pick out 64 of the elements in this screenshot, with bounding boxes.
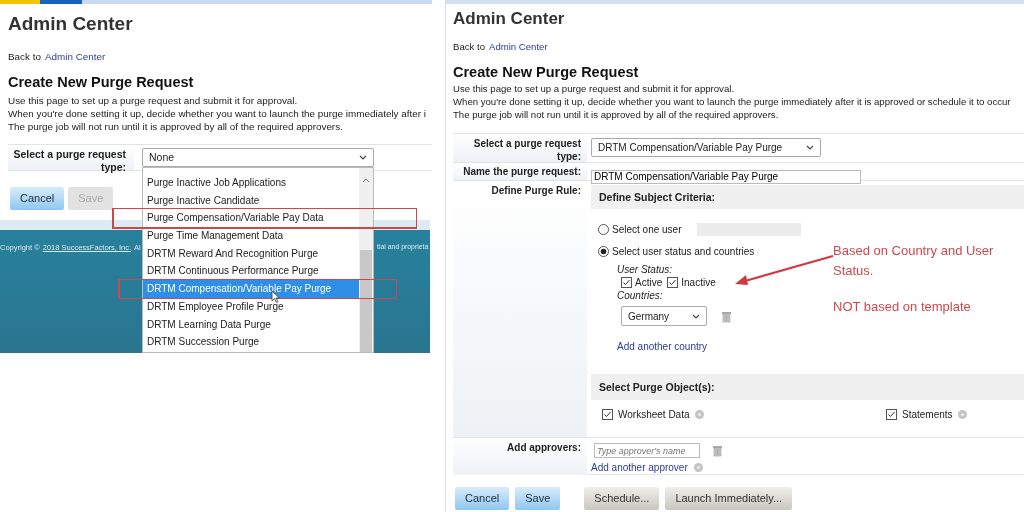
scrollbar-thumb[interactable]	[360, 250, 372, 352]
field-label: Name the purge request:	[463, 166, 581, 177]
description-text: When you're done setting it up, decide whether you want to launch the purge immediately after i	[8, 107, 426, 120]
back-label: Back to	[8, 50, 41, 63]
description-text: The purge job will not run until it is approved by all of the required approvers.	[8, 120, 343, 133]
checkbox[interactable]	[667, 277, 679, 288]
annotation-text: NOT based on template	[833, 298, 971, 316]
trash-icon[interactable]	[721, 309, 732, 323]
checkbox[interactable]	[621, 277, 632, 288]
dropdown-option[interactable]: Purge Inactive Job Applications	[143, 174, 359, 192]
request-type-select[interactable]: None	[142, 148, 374, 167]
field-label: Select a purge request type:	[473, 138, 581, 162]
admin-center-link[interactable]: Admin Center	[44, 50, 106, 63]
admin-center-link[interactable]: Admin Center	[489, 40, 548, 53]
objects-header: Select Purge Object(s):	[591, 374, 1024, 400]
chevron-icon	[692, 313, 700, 319]
dropdown-option[interactable]: Purge Compensation/Variable Pay Data	[143, 209, 359, 228]
chevron-icon	[359, 155, 367, 160]
dropdown-option[interactable]: DRTM Employee Profile Purge	[143, 297, 359, 316]
status-label: User Status:	[617, 263, 673, 276]
page-title: Admin Center	[453, 8, 566, 30]
dropdown-option[interactable]: DRTM Succession Purge	[143, 333, 359, 351]
dropdown-option[interactable]: DRTM Reward And Recognition Purge	[143, 244, 359, 263]
page-title: Admin Center	[8, 12, 134, 36]
option-label: Select user status and countries	[612, 244, 755, 259]
dropdown-option[interactable]: DRTM Learning Data Purge	[143, 315, 359, 334]
checkbox-label: Statements	[902, 407, 953, 422]
add-country-link[interactable]: Add another country	[617, 340, 708, 353]
description-text: When you're done setting it up, decide whether you want to launch the purge immediately after it is approved or schedule it to occur	[453, 95, 1011, 108]
radio-button[interactable]	[598, 223, 609, 235]
chevron-icon	[806, 145, 814, 150]
cancel-button[interactable]: Cancel	[10, 187, 65, 210]
dropdown-option[interactable]: DRTM Continuous Performance Purge	[143, 262, 359, 281]
checkbox-label: Worksheet Data	[618, 407, 690, 422]
back-label: Back to	[453, 40, 485, 53]
save-button[interactable]: Save	[515, 487, 561, 510]
annotation-text: Based on Country and User Status.	[833, 242, 995, 280]
checkbox[interactable]	[886, 408, 897, 420]
description-text: The purge job will not run until it is approved by all of the required approvers.	[453, 108, 779, 121]
option-label: Select one user	[612, 222, 682, 237]
approver-input[interactable]: Type approver's name	[594, 443, 700, 458]
country-select[interactable]: Germany	[621, 306, 707, 326]
countries-label: Countries:	[617, 289, 663, 302]
scrollbar[interactable]	[359, 168, 373, 352]
schedule-button[interactable]: Schedule...	[584, 487, 660, 510]
field-label: Add approvers:	[507, 442, 581, 453]
add-approver-link[interactable]: Add another approver	[591, 460, 688, 475]
launch-button[interactable]: Launch Immediately...	[665, 487, 793, 510]
cancel-button[interactable]: Cancel	[455, 487, 510, 510]
section-heading: Create New Purge Request	[453, 63, 640, 81]
description-text: Use this page to set up a purge request and submit it for approval.	[8, 94, 298, 107]
criteria-header: Define Subject Criteria:	[591, 185, 1024, 209]
field-label: Define Purge Rule:	[491, 185, 581, 196]
checkbox[interactable]	[602, 408, 613, 420]
trash-icon[interactable]	[712, 444, 723, 457]
checkbox-label: Inactive	[681, 276, 716, 290]
checkbox-label: Active	[635, 276, 663, 290]
section-heading: Create New Purge Request	[8, 73, 195, 91]
request-type-select[interactable]: DRTM Compensation/Variable Pay Purge	[591, 138, 821, 157]
description-text: Use this page to set up a purge request and submit it for approval.	[453, 82, 735, 95]
dropdown-option[interactable]: Purge Inactive Candidate	[143, 191, 359, 210]
name-input[interactable]: DRTM Compensation/Variable Pay Purge	[591, 169, 861, 184]
radio-button[interactable]	[598, 245, 609, 257]
dropdown-option[interactable]: Purge Time Management Data	[143, 227, 359, 245]
